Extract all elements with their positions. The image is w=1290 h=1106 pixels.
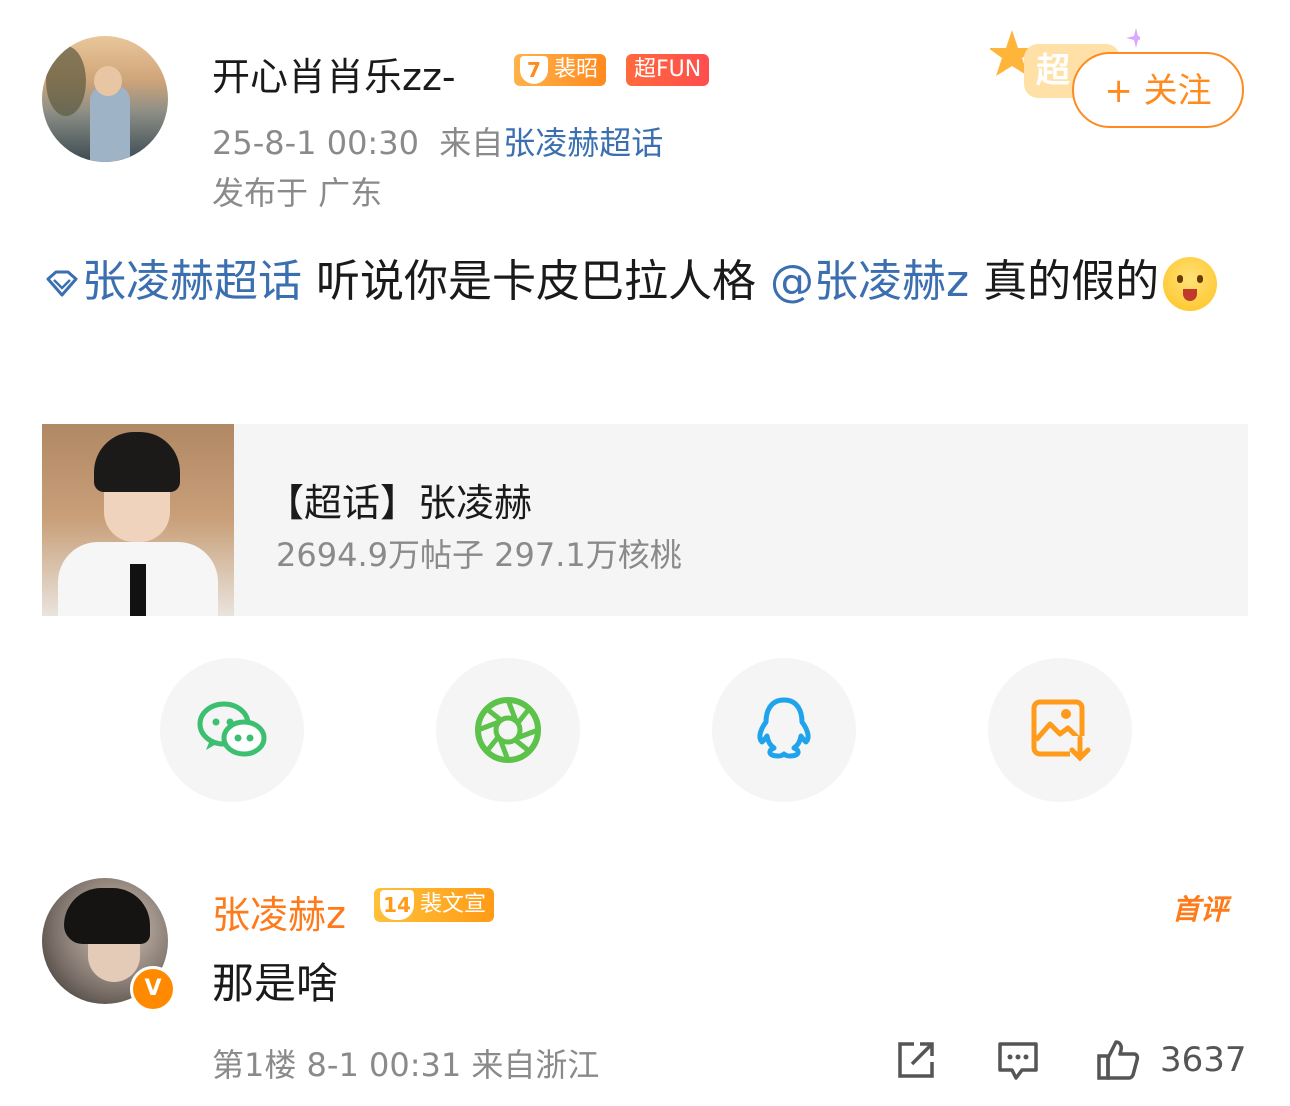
comment-meta: 第1楼 8-1 00:31 来自浙江 — [212, 1046, 600, 1084]
hug-emoji-icon — [1163, 257, 1218, 311]
first-comment-tag: 首评 — [1172, 893, 1229, 926]
mention-link[interactable]: @张凌赫z — [770, 256, 969, 307]
post-time: 25-8-1 00:30 — [212, 124, 419, 162]
thumbs-up-icon — [1097, 1040, 1140, 1080]
follow-button[interactable]: + 关注 — [1072, 52, 1244, 128]
post-content: 张凌赫超话 听说你是卡皮巴拉人格 @张凌赫z 真的假的 — [42, 248, 1242, 316]
level-number: 7 — [520, 56, 548, 84]
comment-text: 那是啥 — [212, 959, 339, 1008]
qq-icon — [757, 697, 811, 759]
topic-link[interactable]: 张凌赫超话 — [42, 256, 302, 307]
post-text-middle: 听说你是卡皮巴拉人格 — [302, 256, 770, 307]
save-image-button[interactable] — [988, 658, 1132, 802]
wechat-icon — [197, 701, 267, 757]
source-prefix: 来自 — [439, 124, 504, 162]
share-qq-button[interactable] — [712, 658, 856, 802]
save-image-icon — [1031, 699, 1091, 762]
post-location: 发布于 广东 — [212, 174, 383, 212]
commenter-name[interactable]: 张凌赫z — [212, 884, 346, 939]
fan-level-badge[interactable]: 7 裴昭 — [514, 54, 607, 86]
share-wechat-button[interactable] — [160, 658, 304, 802]
super-topic-cover-image — [42, 424, 234, 616]
author-name[interactable]: 开心肖肖乐zz- — [212, 46, 456, 101]
card-stats: 2694.9万帖子 297.1万核桃 — [276, 536, 682, 574]
forward-button[interactable] — [894, 1038, 938, 1082]
post-text-end: 真的假的 — [969, 256, 1160, 307]
verified-badge-icon: V — [130, 966, 176, 1012]
share-moments-button[interactable] — [436, 658, 580, 802]
super-fun-badge[interactable]: 超FUN — [626, 54, 710, 86]
card-title: 【超话】张凌赫 — [266, 481, 533, 525]
commenter-badge-text: 裴文宣 — [420, 892, 487, 917]
super-topic-icon — [46, 270, 78, 297]
like-count: 3637 — [1160, 1040, 1247, 1080]
commenter-fan-badge[interactable]: 14 裴文宣 — [374, 888, 495, 922]
post-meta: 25-8-1 00:30 来自张凌赫超话 — [212, 118, 663, 164]
follow-deco-text: 超 — [1036, 51, 1071, 91]
author-avatar[interactable] — [42, 36, 168, 162]
reply-button[interactable] — [996, 1038, 1040, 1082]
moments-icon — [475, 697, 541, 763]
topic-link-text: 张凌赫超话 — [82, 256, 302, 307]
forward-icon — [898, 1042, 934, 1078]
like-button[interactable] — [1096, 1038, 1140, 1082]
level-badge-text: 裴昭 — [554, 57, 599, 82]
comment-icon — [998, 1042, 1038, 1080]
source-link[interactable]: 张凌赫超话 — [503, 124, 663, 162]
commenter-level-number: 14 — [380, 890, 414, 920]
